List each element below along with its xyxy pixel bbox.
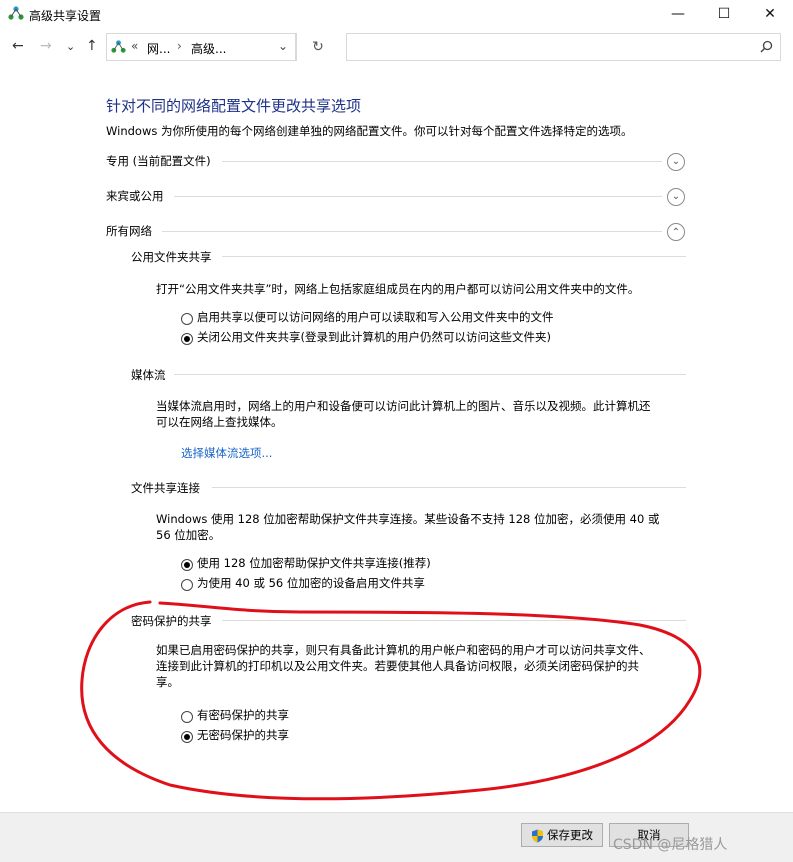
save-changes-label: 保存更改	[547, 828, 593, 842]
uac-shield-icon	[532, 829, 543, 842]
watermark-text: CSDN @尼格猎人	[613, 837, 728, 853]
red-annotation-circle	[80, 600, 702, 801]
save-changes-button[interactable]: 保存更改	[521, 823, 603, 847]
